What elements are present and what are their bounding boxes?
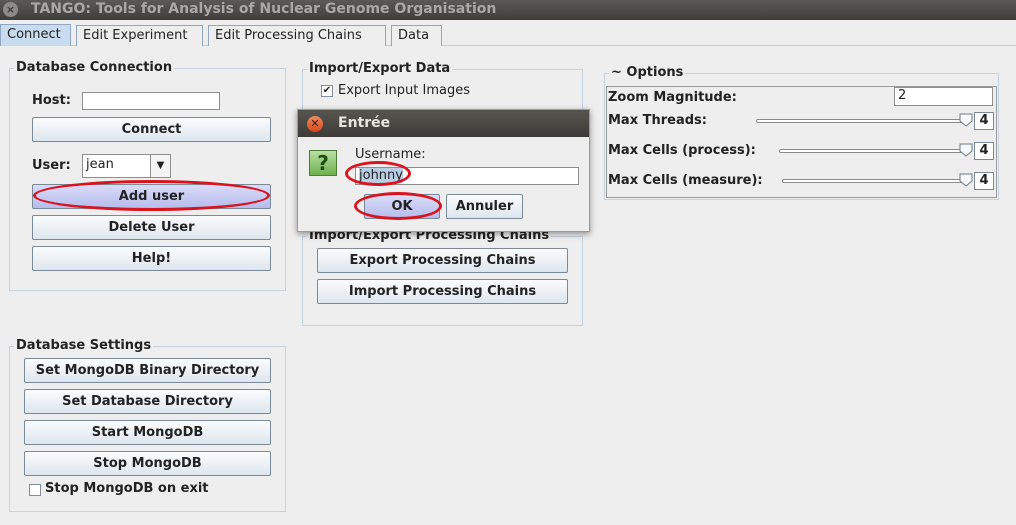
tab-bar: Connect Edit Experiment Edit Processing … xyxy=(0,24,1016,46)
import-processing-chains-button[interactable]: Import Processing Chains xyxy=(317,279,568,304)
zoom-magnitude-label: Zoom Magnitude: xyxy=(608,90,737,105)
max-cells-process-slider[interactable] xyxy=(779,149,969,153)
tab-edit-processing-chains[interactable]: Edit Processing Chains xyxy=(208,25,386,46)
user-dropdown-value: jean xyxy=(86,157,114,172)
set-mongodb-binary-directory-button[interactable]: Set MongoDB Binary Directory xyxy=(24,358,271,383)
export-images-label: Export Input Images xyxy=(338,83,470,98)
user-label: User: xyxy=(32,158,71,173)
max-cells-measure-slider[interactable] xyxy=(782,179,969,183)
window-titlebar: × TANGO: Tools for Analysis of Nuclear G… xyxy=(0,0,1016,20)
import-export-data-title: Import/Export Data xyxy=(307,61,453,76)
host-label: Host: xyxy=(32,93,71,108)
stop-mongodb-button[interactable]: Stop MongoDB xyxy=(24,451,271,476)
close-icon[interactable]: × xyxy=(3,2,18,17)
add-user-button[interactable]: Add user xyxy=(32,184,271,209)
dialog-titlebar: ✕ Entrée xyxy=(298,110,589,137)
username-label: Username: xyxy=(355,147,426,162)
options-title[interactable]: ~ Options xyxy=(609,65,686,80)
max-threads-label: Max Threads: xyxy=(608,113,707,128)
export-images-checkbox[interactable]: ✔ xyxy=(321,85,333,97)
dialog-title: Entrée xyxy=(338,115,391,131)
max-cells-measure-slider-thumb[interactable] xyxy=(959,173,973,187)
tab-edit-experiment[interactable]: Edit Experiment xyxy=(76,25,203,46)
dialog-close-icon[interactable]: ✕ xyxy=(307,116,323,132)
max-cells-process-value[interactable]: 4 xyxy=(974,142,994,160)
connect-button[interactable]: Connect xyxy=(32,117,271,142)
tab-data[interactable]: Data xyxy=(391,25,442,46)
set-database-directory-button[interactable]: Set Database Directory xyxy=(24,389,271,414)
start-mongodb-button[interactable]: Start MongoDB xyxy=(24,420,271,445)
chevron-down-icon[interactable]: ▼ xyxy=(150,155,170,177)
question-icon: ? xyxy=(309,150,337,176)
tab-connect[interactable]: Connect xyxy=(0,24,71,46)
max-cells-process-slider-thumb[interactable] xyxy=(959,143,973,157)
window-title: TANGO: Tools for Analysis of Nuclear Gen… xyxy=(31,1,497,17)
max-cells-measure-label: Max Cells (measure): xyxy=(608,173,763,188)
user-dropdown[interactable]: jean ▼ xyxy=(82,154,171,178)
database-connection-title: Database Connection xyxy=(14,60,175,75)
max-threads-slider[interactable] xyxy=(756,119,969,123)
stop-on-exit-label: Stop MongoDB on exit xyxy=(45,481,209,496)
username-input[interactable]: johnny xyxy=(355,167,579,185)
delete-user-button[interactable]: Delete User xyxy=(32,215,271,240)
host-input[interactable] xyxy=(82,92,220,110)
export-processing-chains-button[interactable]: Export Processing Chains xyxy=(317,248,568,273)
annuler-button[interactable]: Annuler xyxy=(446,194,523,219)
help-button[interactable]: Help! xyxy=(32,246,271,271)
username-input-value: johnny xyxy=(359,168,403,183)
zoom-magnitude-input[interactable]: 2 xyxy=(894,87,993,106)
username-dialog: ✕ Entrée ? Username: johnny OK Annuler xyxy=(297,109,590,232)
max-cells-measure-value[interactable]: 4 xyxy=(974,172,994,190)
ok-button[interactable]: OK xyxy=(364,194,440,219)
max-cells-process-label: Max Cells (process): xyxy=(608,143,756,158)
stop-on-exit-checkbox[interactable] xyxy=(29,484,41,496)
max-threads-value[interactable]: 4 xyxy=(974,112,994,130)
max-threads-slider-thumb[interactable] xyxy=(959,113,973,127)
database-settings-title: Database Settings xyxy=(14,338,154,353)
